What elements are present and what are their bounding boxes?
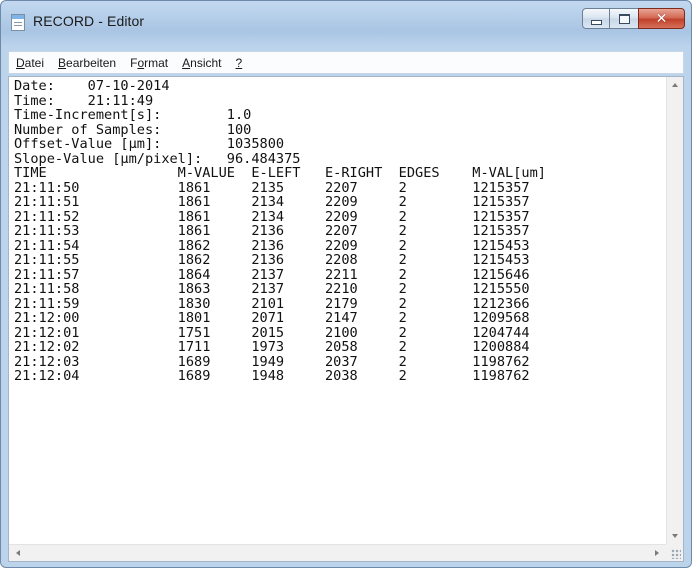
scroll-left-icon[interactable]	[16, 550, 20, 556]
minimize-button[interactable]	[582, 8, 610, 29]
menu-bar: Datei Bearbeiten Format Ansicht ?	[8, 51, 684, 74]
size-grip[interactable]	[666, 544, 683, 561]
title-bar[interactable]: RECORD - Editor ✕	[1, 1, 691, 45]
document-text: Date: 07-10-2014 Time: 21:11:49 Time-Inc…	[14, 79, 664, 384]
menu-help[interactable]: ?	[229, 56, 250, 70]
menu-datei[interactable]: Datei	[9, 56, 51, 70]
maximize-button[interactable]	[609, 8, 639, 29]
text-line: 21:12:04 1689 1948 2038 2 1198762	[14, 368, 530, 384]
editor-window: RECORD - Editor ✕ Datei Bearbeiten Forma…	[0, 0, 692, 568]
menu-ansicht[interactable]: Ansicht	[175, 56, 228, 70]
menu-bearbeiten[interactable]: Bearbeiten	[51, 56, 123, 70]
vertical-scrollbar[interactable]	[666, 77, 683, 544]
horizontal-scrollbar[interactable]	[9, 544, 666, 561]
close-icon: ✕	[655, 10, 668, 27]
scroll-up-icon[interactable]	[672, 83, 678, 87]
text-content[interactable]: Date: 07-10-2014 Time: 21:11:49 Time-Inc…	[14, 79, 664, 543]
minimize-icon	[590, 20, 602, 25]
close-button[interactable]: ✕	[638, 8, 685, 29]
text-editor[interactable]: Date: 07-10-2014 Time: 21:11:49 Time-Inc…	[8, 76, 684, 562]
resize-grip-icon[interactable]	[671, 549, 681, 559]
scroll-right-icon[interactable]	[655, 550, 659, 556]
notepad-icon[interactable]	[11, 14, 25, 31]
window-title: RECORD - Editor	[33, 13, 145, 29]
maximize-icon	[618, 13, 630, 24]
scroll-down-icon[interactable]	[672, 534, 678, 538]
menu-format[interactable]: Format	[123, 56, 175, 70]
caption-buttons: ✕	[582, 8, 685, 30]
